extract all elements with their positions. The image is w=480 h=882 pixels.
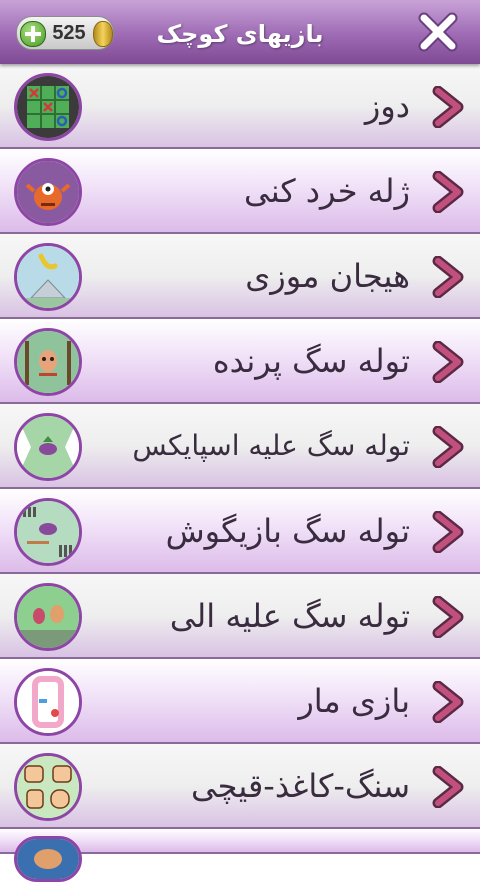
add-coins-icon[interactable] <box>20 21 46 47</box>
game-label: هیجان موزی <box>245 257 410 295</box>
chevron-right-icon <box>432 596 464 638</box>
chevron-right-icon <box>432 766 464 808</box>
chevron-right-icon <box>432 256 464 298</box>
game-label: دوز <box>364 87 410 125</box>
chevron-right-icon <box>432 171 464 213</box>
game-row-flying-puppy[interactable]: توله سگ پرنده <box>0 319 480 404</box>
game-row-rock-paper-scissors[interactable]: سنگ-کاغذ-قیچی <box>0 744 480 829</box>
close-button[interactable] <box>416 12 460 52</box>
game-label: توله سگ بازیگوش <box>165 512 410 550</box>
coin-count: 525 <box>52 22 86 44</box>
gold-coin-icon <box>93 21 113 47</box>
game-label: توله سگ پرنده <box>212 342 410 380</box>
game-row-snake[interactable]: بازی مار <box>0 659 480 744</box>
puppy-vs-ali-icon <box>14 583 82 651</box>
page-title: بازیهای کوچک <box>156 20 324 48</box>
chevron-right-icon <box>432 426 464 468</box>
flying-puppy-icon <box>14 328 82 396</box>
game-row-banana[interactable]: هیجان موزی <box>0 234 480 319</box>
chevron-right-icon <box>432 511 464 553</box>
snake-icon <box>14 668 82 736</box>
top-bar: 525 بازیهای کوچک <box>0 0 480 64</box>
game-row-jelly[interactable]: ژله خرد کنی <box>0 149 480 234</box>
game-row-partial[interactable] <box>0 829 480 882</box>
game-label: توله سگ علیه اسپایکس <box>132 429 410 462</box>
game-label: بازی مار <box>298 682 410 720</box>
game-row-tic-tac-toe[interactable]: دوز <box>0 64 480 149</box>
chevron-right-icon <box>432 681 464 723</box>
close-x-icon <box>418 12 458 52</box>
chevron-right-icon <box>432 341 464 383</box>
game-row-puppy-ali[interactable]: توله سگ علیه الی <box>0 574 480 659</box>
jelly-monster-icon <box>14 158 82 226</box>
banana-icon <box>14 243 82 311</box>
next-game-thumb <box>14 836 82 882</box>
chevron-right-icon <box>432 86 464 128</box>
playful-puppy-icon <box>14 498 82 566</box>
game-label: ژله خرد کنی <box>244 172 410 210</box>
tic-tac-toe-icon <box>14 73 82 141</box>
game-row-puppy-spikes[interactable]: توله سگ علیه اسپایکس <box>0 404 480 489</box>
game-list: دوز ژله خرد کنی هیجان موزی توله سگ پرنده… <box>0 64 480 882</box>
rock-paper-scissors-icon <box>14 753 82 821</box>
game-label: سنگ-کاغذ-قیچی <box>191 767 410 805</box>
coin-balance[interactable]: 525 <box>16 16 114 50</box>
puppy-vs-spikes-icon <box>14 413 82 481</box>
game-label: توله سگ علیه الی <box>169 597 410 635</box>
game-row-playful-puppy[interactable]: توله سگ بازیگوش <box>0 489 480 574</box>
